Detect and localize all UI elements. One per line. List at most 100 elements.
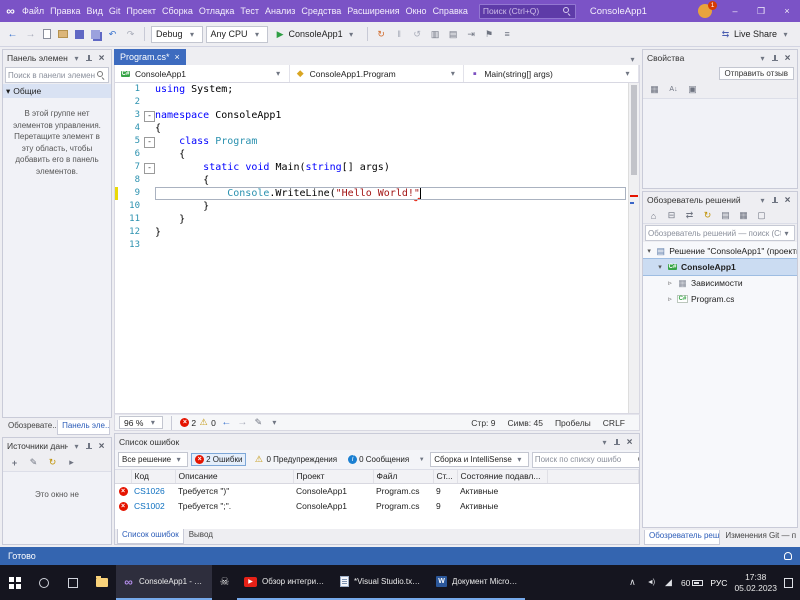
open-folder-icon[interactable] — [56, 29, 70, 39]
edit-data-source-icon[interactable] — [26, 456, 41, 469]
solution-explorer-search[interactable] — [645, 225, 795, 241]
menu-Вид[interactable]: Вид — [84, 6, 106, 16]
navigate-backward-icon[interactable] — [221, 417, 232, 428]
close-button[interactable]: × — [774, 0, 800, 22]
document-health-indicator[interactable]: 2 0 — [180, 417, 215, 428]
menu-Расширения[interactable]: Расширения — [344, 6, 402, 16]
solution-explorer-search-input[interactable] — [648, 229, 781, 238]
tree-item[interactable]: ▹Program.cs — [643, 291, 797, 307]
column-header[interactable]: Описание — [175, 470, 293, 483]
spaces-indicator[interactable]: Пробелы — [555, 418, 591, 428]
pin-icon[interactable] — [771, 54, 779, 63]
messages-filter-button[interactable]: 0 Сообщения — [344, 453, 413, 466]
warnings-filter-button[interactable]: 0 Предупреждения — [249, 452, 341, 467]
start-button[interactable] — [0, 565, 29, 600]
close-icon[interactable]: × — [175, 52, 180, 62]
language-indicator[interactable]: РУС — [710, 578, 727, 588]
show-all-files-icon[interactable] — [718, 209, 733, 222]
error-row[interactable]: CS1002Требуется ";".ConsoleApp1Program.c… — [115, 498, 639, 513]
menu-Справка[interactable]: Справка — [430, 6, 471, 16]
taskbar-search-button[interactable] — [29, 565, 58, 600]
bookmark-icon[interactable] — [482, 28, 497, 41]
error-code[interactable]: CS1002 — [131, 498, 175, 513]
chevron-down-icon[interactable] — [71, 53, 82, 64]
error-row[interactable]: CS1026Требуется ")"ConsoleApp1Program.cs… — [115, 483, 639, 498]
toolbox-group-general[interactable]: ▾ Общие — [3, 84, 111, 98]
notifications-icon[interactable] — [784, 552, 792, 560]
chevron-up-icon-button[interactable] — [627, 577, 638, 588]
battery-indicator[interactable]: 60 — [681, 578, 703, 588]
quick-search[interactable] — [479, 4, 576, 19]
tree-item[interactable]: ▾Решение "ConsoleApp1" (проекты: 1 из 1) — [643, 243, 797, 259]
line-ending-indicator[interactable]: CRLF — [603, 418, 625, 428]
member-dropdown[interactable]: Main(string[] args) — [464, 65, 639, 82]
column-header[interactable]: Файл — [373, 470, 433, 483]
expanded-expander-icon[interactable]: ▾ — [656, 263, 664, 271]
collapsed-expander-icon[interactable]: ▹ — [666, 279, 674, 287]
menu-Проект[interactable]: Проект — [123, 6, 159, 16]
save-all-icon[interactable] — [89, 29, 102, 40]
taskbar-app[interactable]: ConsoleApp1 - Mi... — [116, 565, 212, 600]
menu-Тест[interactable]: Тест — [237, 6, 262, 16]
preview-code-icon[interactable] — [754, 209, 769, 222]
new-file-icon[interactable] — [41, 28, 53, 40]
fold-toggle[interactable] — [144, 109, 155, 122]
tab-Обозревате...[interactable]: Обозревате... — [4, 420, 56, 435]
network-icon-button[interactable] — [663, 577, 674, 588]
collapse-all-icon[interactable] — [664, 209, 679, 222]
categorized-icon[interactable] — [647, 83, 662, 96]
error-code[interactable]: CS1026 — [131, 483, 175, 498]
tree-item[interactable]: ▾ConsoleApp1 — [643, 259, 797, 275]
toolbox-search-input[interactable] — [8, 71, 96, 80]
pin-icon[interactable] — [771, 196, 779, 205]
close-icon[interactable] — [624, 437, 635, 448]
close-icon[interactable] — [782, 53, 793, 64]
platform-dropdown[interactable]: Any CPU — [206, 26, 268, 43]
property-pages-icon[interactable] — [685, 83, 700, 96]
taskbar-clock[interactable]: 17:38 05.02.2023 — [734, 572, 777, 593]
menu-Анализ[interactable]: Анализ — [262, 6, 298, 16]
redo-icon[interactable] — [123, 28, 138, 41]
tab-Список-ошибок[interactable]: Список ошибок — [117, 529, 184, 544]
configure-icon[interactable] — [64, 456, 79, 469]
fold-toggle[interactable] — [144, 161, 155, 174]
close-icon[interactable] — [96, 441, 107, 452]
task-view-button[interactable] — [58, 565, 87, 600]
pin-icon[interactable] — [85, 54, 93, 63]
window-icon[interactable] — [446, 28, 461, 41]
chevron-down-icon[interactable] — [757, 195, 768, 206]
expanded-expander-icon[interactable]: ▾ — [646, 247, 652, 255]
action-center-icon[interactable] — [784, 578, 793, 588]
menu-Окно[interactable]: Окно — [403, 6, 430, 16]
pin-icon[interactable] — [85, 442, 93, 451]
home-icon[interactable] — [646, 209, 661, 222]
tab-Обозреватель-реше...[interactable]: Обозреватель реше... — [644, 530, 720, 545]
tab-Изменения-Git-—-по...[interactable]: Изменения Git — по... — [721, 530, 796, 545]
properties-icon[interactable] — [736, 209, 751, 222]
code-editor[interactable]: 1using System;23namespace ConsoleApp14{5… — [114, 83, 640, 414]
type-dropdown[interactable]: ConsoleApp1.Program — [290, 65, 465, 82]
error-list-search[interactable] — [532, 452, 639, 468]
forward-icon[interactable] — [23, 28, 38, 41]
live-share-button[interactable]: Live Share — [720, 29, 795, 40]
taskbar-app[interactable]: *Visual Studio.txt -... — [333, 565, 429, 600]
chevron-down-icon[interactable] — [71, 441, 82, 452]
columns-icon[interactable] — [428, 28, 443, 41]
toolbox-search[interactable] — [5, 67, 109, 83]
send-feedback-button[interactable]: Отправить отзыв — [719, 67, 795, 80]
save-icon[interactable] — [73, 29, 86, 40]
menu-Правка[interactable]: Правка — [47, 6, 83, 16]
zoom-dropdown[interactable]: 96 % — [119, 416, 163, 429]
pin-icon[interactable] — [613, 438, 621, 447]
tab-Панель-эле...[interactable]: Панель эле... — [57, 420, 110, 435]
taskbar-app[interactable]: Обзор интегриров... — [237, 565, 333, 600]
close-icon[interactable] — [96, 53, 107, 64]
fold-toggle[interactable] — [144, 135, 155, 148]
chevron-down-icon[interactable] — [269, 417, 280, 428]
errors-filter-button[interactable]: 2 Ошибки — [191, 453, 246, 466]
collapsed-expander-icon[interactable]: ▹ — [666, 295, 674, 303]
menu-Средства[interactable]: Средства — [298, 6, 344, 16]
refresh-icon[interactable] — [45, 456, 60, 469]
tab-Вывод[interactable]: Вывод — [185, 529, 217, 544]
error-list-search-input[interactable] — [535, 455, 637, 464]
